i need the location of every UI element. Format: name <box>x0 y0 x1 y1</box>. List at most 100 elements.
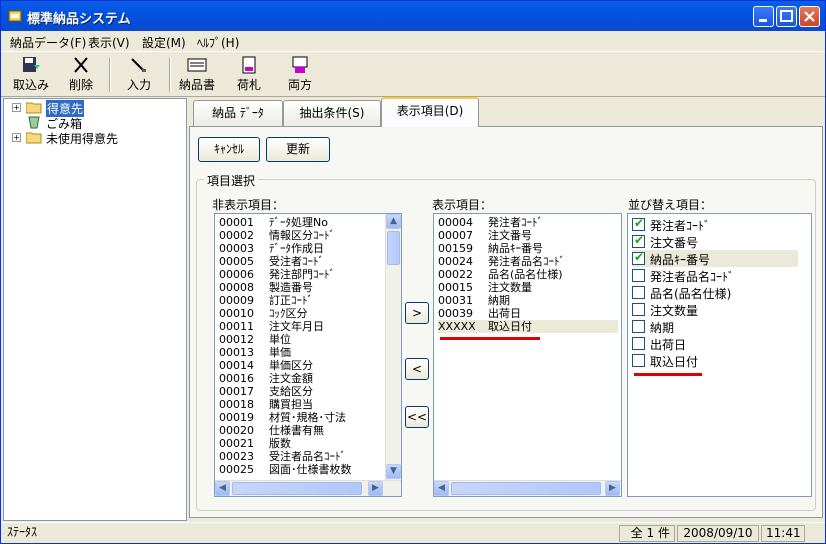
list-item[interactable]: XXXXX 取込日付 <box>438 320 618 333</box>
list-item[interactable]: 00001 ﾃﾞｰﾀ処理No <box>219 216 383 229</box>
scroll-right-icon[interactable]: ▶ <box>368 481 383 496</box>
sort-item[interactable]: 出荷日 <box>632 335 798 352</box>
sort-item[interactable]: 注文数量 <box>632 301 798 318</box>
minimize-button[interactable] <box>753 6 774 27</box>
sort-item[interactable]: 品名(品名仕様) <box>632 284 798 301</box>
list-item[interactable]: 00008 製造番号 <box>219 281 383 294</box>
checkbox[interactable]: ✔ <box>632 216 645 231</box>
delete-x-icon <box>74 57 88 73</box>
list-item[interactable]: 00025 図面･仕様書枚数 <box>219 463 383 476</box>
tag-button[interactable]: 荷札 <box>231 56 267 93</box>
list-item[interactable]: 00015 注文数量 <box>438 281 618 294</box>
import-button[interactable]: 取込み <box>11 56 51 93</box>
list-item[interactable]: 00016 注文金額 <box>219 372 383 385</box>
shown-items-list[interactable]: 00004 発注者ｺｰﾄﾞ 00007 注文番号 00159 納品ｷｰ番号 00024 発注者… <box>433 213 622 497</box>
checkbox[interactable]: ✔ <box>632 250 645 265</box>
slip-icon <box>187 58 207 72</box>
checkmark-icon: ✔ <box>634 216 645 230</box>
item-name: 発注部門ｺｰﾄﾞ <box>269 268 335 281</box>
status-time: 11:41 <box>761 525 805 542</box>
close-button[interactable] <box>799 6 820 27</box>
move-all-left-button[interactable]: << <box>405 406 429 428</box>
list-item[interactable]: 00019 材質･規格･寸法 <box>219 411 383 424</box>
sort-item[interactable]: 発注者品名ｺｰﾄﾞ <box>632 267 798 284</box>
app-icon <box>8 10 22 22</box>
list-item[interactable]: 00002 情報区分ｺｰﾄﾞ <box>219 229 383 242</box>
list-item[interactable]: 00011 注文年月日 <box>219 320 383 333</box>
list-item[interactable]: 00023 受注者品名ｺｰﾄﾞ <box>219 450 383 463</box>
list-item[interactable]: 00031 納期 <box>438 294 618 307</box>
checkbox[interactable] <box>632 286 645 299</box>
sort-item-label: 品名(品名仕様) <box>650 287 732 301</box>
item-name: 材質･規格･寸法 <box>269 411 346 424</box>
list-item[interactable]: 00007 注文番号 <box>438 229 618 242</box>
list-item[interactable]: 00159 納品ｷｰ番号 <box>438 242 618 255</box>
list-item[interactable]: 00021 版数 <box>219 437 383 450</box>
expand-icon[interactable]: + <box>12 103 21 112</box>
hidden-items-list[interactable]: 00001 ﾃﾞｰﾀ処理No 00002 情報区分ｺｰﾄﾞ 00003 ﾃﾞｰﾀ作成日 00… <box>214 213 402 497</box>
sort-item[interactable]: ✔ 納品ｷｰ番号 <box>632 250 798 267</box>
list-item[interactable]: 00017 支給区分 <box>219 385 383 398</box>
item-name: 発注者品名ｺｰﾄﾞ <box>488 255 565 268</box>
scroll-up-icon[interactable]: ▲ <box>386 214 401 229</box>
menu-view[interactable]: 表示(V) <box>88 34 130 51</box>
list-item[interactable]: 00006 発注部門ｺｰﾄﾞ <box>219 268 383 281</box>
tab-extract-conditions[interactable]: 抽出条件(S) <box>283 100 381 126</box>
sort-item[interactable]: 取込日付 <box>632 352 798 369</box>
scroll-left-icon[interactable]: ◀ <box>434 481 449 496</box>
update-button[interactable]: 更新 <box>266 137 330 162</box>
list-item[interactable]: 00020 仕様書有無 <box>219 424 383 437</box>
sort-item-label: 納期 <box>650 321 675 335</box>
list-item[interactable]: 00005 受注者ｺｰﾄﾞ <box>219 255 383 268</box>
checkmark-icon: ✔ <box>634 233 645 247</box>
list-item[interactable]: 00018 購買担当 <box>219 398 383 411</box>
menu-file[interactable]: 納品データ(F) <box>10 34 86 51</box>
list-item[interactable]: 00014 単価区分 <box>219 359 383 372</box>
list-item[interactable]: 00013 単価 <box>219 346 383 359</box>
sort-item[interactable]: ✔ 注文番号 <box>632 233 798 250</box>
expand-icon[interactable]: + <box>12 133 21 142</box>
sort-items-list[interactable]: ✔ 発注者ｺｰﾄﾞ ✔ 注文番号 ✔ 納品ｷｰ番号 発注者品名ｺｰﾄﾞ 品名(品名仕様) 注文数… <box>627 213 812 497</box>
move-right-button[interactable]: > <box>405 302 429 324</box>
menu-help[interactable]: ﾍﾙﾌﾟ(H) <box>197 34 239 51</box>
horizontal-scrollbar[interactable]: ◀ ▶ <box>434 480 621 496</box>
list-item[interactable]: 00039 出荷日 <box>438 307 618 320</box>
sort-item[interactable]: ✔ 発注者ｺｰﾄﾞ <box>632 216 798 233</box>
checkbox[interactable] <box>632 354 645 367</box>
item-code: 00020 <box>219 424 254 437</box>
maximize-button[interactable] <box>776 6 797 27</box>
input-button[interactable]: 入力 <box>121 56 157 93</box>
both-button[interactable]: 両方 <box>282 56 318 93</box>
scroll-thumb[interactable] <box>451 482 601 495</box>
checkbox[interactable] <box>632 337 645 350</box>
list-item[interactable]: 00024 発注者品名ｺｰﾄﾞ <box>438 255 618 268</box>
scroll-down-icon[interactable]: ▼ <box>386 464 401 479</box>
list-item[interactable]: 00003 ﾃﾞｰﾀ作成日 <box>219 242 383 255</box>
tab-display-items[interactable]: 表示項目(D) <box>381 97 479 127</box>
checkbox[interactable] <box>632 303 645 316</box>
vertical-scrollbar[interactable]: ▲ ▼ <box>385 214 401 480</box>
scroll-right-icon[interactable]: ▶ <box>605 481 620 496</box>
delete-button[interactable]: 削除 <box>63 56 99 93</box>
list-item[interactable]: 00010 ｺｯｸ区分 <box>219 307 383 320</box>
cancel-button[interactable]: ｷｬﾝｾﾙ <box>198 137 260 162</box>
tab-delivery-data[interactable]: 納品 ﾃﾞｰﾀ <box>193 100 283 126</box>
horizontal-scrollbar[interactable]: ◀ ▶ <box>215 480 401 496</box>
delivery-slip-button[interactable]: 納品書 <box>177 56 217 93</box>
scroll-thumb[interactable] <box>387 231 400 265</box>
scroll-thumb[interactable] <box>232 482 362 495</box>
scroll-left-icon[interactable]: ◀ <box>215 481 230 496</box>
title-bar[interactable]: 標準納品システム <box>1 1 825 31</box>
sort-item-label: 発注者ｺｰﾄﾞ <box>650 219 711 233</box>
menu-settings[interactable]: 設定(M) <box>142 34 186 51</box>
list-item[interactable]: 00004 発注者ｺｰﾄﾞ <box>438 216 618 229</box>
list-item[interactable]: 00009 訂正ｺｰﾄﾞ <box>219 294 383 307</box>
checkbox[interactable] <box>632 269 645 282</box>
sort-item[interactable]: 納期 <box>632 318 798 335</box>
item-code: 00017 <box>219 385 254 398</box>
move-left-button[interactable]: < <box>405 358 429 380</box>
list-item[interactable]: 00022 品名(品名仕様) <box>438 268 618 281</box>
list-item[interactable]: 00012 単位 <box>219 333 383 346</box>
checkbox[interactable] <box>632 320 645 333</box>
checkbox[interactable]: ✔ <box>632 233 645 248</box>
